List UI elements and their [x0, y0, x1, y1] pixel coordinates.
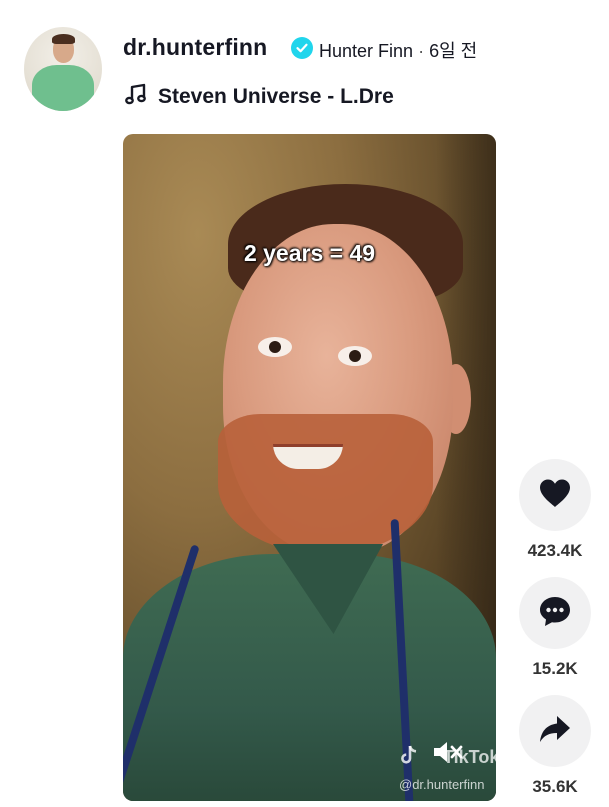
- share-icon: [538, 714, 572, 749]
- video-eye-right: [338, 346, 372, 366]
- like-button[interactable]: [519, 459, 591, 531]
- post-time: 6일 전: [429, 41, 478, 61]
- share-count: 35.6K: [532, 777, 578, 796]
- mute-icon: [432, 739, 466, 770]
- like-action: 423.4K: [519, 459, 591, 561]
- heart-icon: [538, 478, 572, 513]
- meta-separator: ·: [418, 41, 425, 61]
- watermark-handle: @dr.hunterfinn: [399, 777, 485, 792]
- avatar[interactable]: [24, 27, 102, 111]
- video-caption-overlay: 2 years = 49: [243, 240, 376, 266]
- music-note-icon: [124, 82, 148, 111]
- mute-button[interactable]: [429, 739, 469, 769]
- share-action: 35.6K: [519, 695, 591, 797]
- video-player[interactable]: 2 years = 49 TikTok @dr.hunterfinn: [123, 134, 496, 801]
- username-link[interactable]: dr.hunterfinn: [123, 34, 267, 61]
- display-name[interactable]: Hunter Finn: [319, 41, 413, 61]
- comment-icon: [538, 595, 572, 632]
- tiktok-logo-icon: [399, 744, 419, 771]
- video-beard: [218, 414, 433, 554]
- share-button[interactable]: [519, 695, 591, 767]
- comment-count: 15.2K: [532, 659, 578, 678]
- avatar-hair: [52, 34, 75, 44]
- comment-button[interactable]: [519, 577, 591, 649]
- like-count: 423.4K: [527, 541, 583, 560]
- music-title: Steven Universe - L.Dre: [158, 84, 394, 108]
- verified-icon: [291, 37, 313, 59]
- video-eye-left: [258, 337, 292, 357]
- avatar-body: [32, 65, 94, 111]
- comment-action: 15.2K: [519, 577, 591, 679]
- post-meta: Hunter Finn · 6일 전: [319, 37, 477, 63]
- music-link[interactable]: Steven Universe - L.Dre: [124, 82, 394, 111]
